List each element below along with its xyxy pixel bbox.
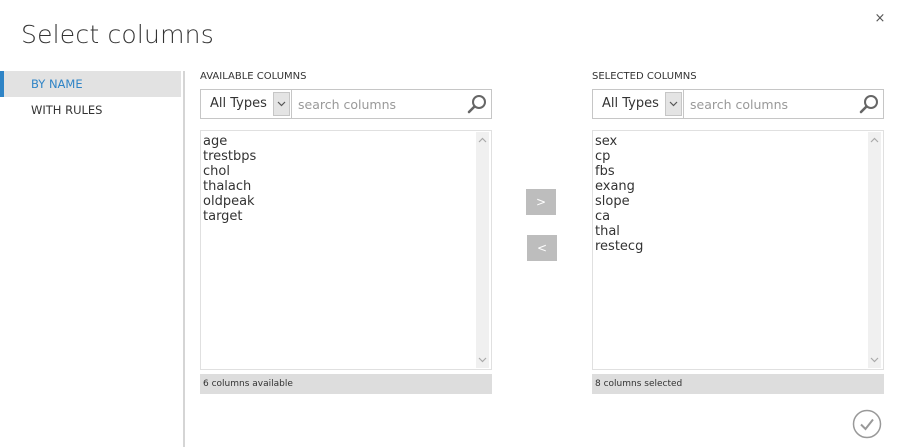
list-item[interactable]: restecg bbox=[595, 239, 883, 254]
list-item[interactable]: exang bbox=[595, 179, 883, 194]
selected-columns-panel: SELECTED COLUMNS All Types sex cp fbs ex… bbox=[592, 70, 884, 394]
list-item[interactable]: ca bbox=[595, 209, 883, 224]
available-type-label: All Types bbox=[210, 96, 267, 111]
add-columns-button[interactable]: > bbox=[526, 189, 556, 215]
list-item[interactable]: trestbps bbox=[203, 149, 491, 164]
list-item[interactable]: oldpeak bbox=[203, 194, 491, 209]
sidebar: BY NAME WITH RULES bbox=[0, 71, 185, 447]
checkmark-icon[interactable] bbox=[852, 409, 882, 439]
list-item[interactable]: fbs bbox=[595, 164, 883, 179]
selected-columns-header: SELECTED COLUMNS bbox=[592, 71, 697, 82]
selected-scrollbar[interactable] bbox=[868, 132, 881, 368]
list-item[interactable]: thalach bbox=[203, 179, 491, 194]
selected-type-select[interactable]: All Types bbox=[593, 90, 684, 118]
scroll-up-icon[interactable] bbox=[868, 134, 881, 146]
close-icon[interactable]: × bbox=[875, 11, 886, 26]
sidebar-item-with-rules[interactable]: WITH RULES bbox=[0, 97, 181, 123]
selected-search-input[interactable] bbox=[684, 90, 855, 118]
selected-columns-list[interactable]: sex cp fbs exang slope ca thal restecg bbox=[592, 130, 884, 370]
list-item[interactable]: chol bbox=[203, 164, 491, 179]
available-status-bar: 6 columns available bbox=[200, 374, 492, 394]
sidebar-item-by-name[interactable]: BY NAME bbox=[0, 71, 181, 97]
scroll-up-icon[interactable] bbox=[476, 134, 489, 146]
dialog-title: Select columns bbox=[21, 20, 214, 49]
available-type-select[interactable]: All Types bbox=[201, 90, 292, 118]
list-item[interactable]: thal bbox=[595, 224, 883, 239]
list-item[interactable]: target bbox=[203, 209, 491, 224]
selected-type-label: All Types bbox=[602, 96, 659, 111]
remove-columns-button[interactable]: < bbox=[527, 235, 557, 261]
scroll-down-icon[interactable] bbox=[868, 354, 881, 366]
close-button[interactable]: × bbox=[873, 11, 887, 27]
available-columns-header: AVAILABLE COLUMNS bbox=[200, 71, 307, 82]
confirm-button[interactable] bbox=[852, 409, 882, 439]
list-item[interactable]: age bbox=[203, 134, 491, 149]
chevron-down-icon[interactable] bbox=[665, 92, 682, 116]
list-item[interactable]: sex bbox=[595, 134, 883, 149]
search-icon[interactable] bbox=[463, 90, 491, 118]
available-columns-panel: AVAILABLE COLUMNS All Types age trestbps… bbox=[200, 70, 492, 394]
list-item[interactable]: cp bbox=[595, 149, 883, 164]
available-search-input[interactable] bbox=[292, 90, 463, 118]
available-scrollbar[interactable] bbox=[476, 132, 489, 368]
selected-status-bar: 8 columns selected bbox=[592, 374, 884, 394]
available-columns-list[interactable]: age trestbps chol thalach oldpeak target bbox=[200, 130, 492, 370]
search-icon[interactable] bbox=[855, 90, 883, 118]
chevron-down-icon[interactable] bbox=[273, 92, 290, 116]
list-item[interactable]: slope bbox=[595, 194, 883, 209]
scroll-down-icon[interactable] bbox=[476, 354, 489, 366]
available-filter-row: All Types bbox=[200, 89, 492, 119]
selected-filter-row: All Types bbox=[592, 89, 884, 119]
